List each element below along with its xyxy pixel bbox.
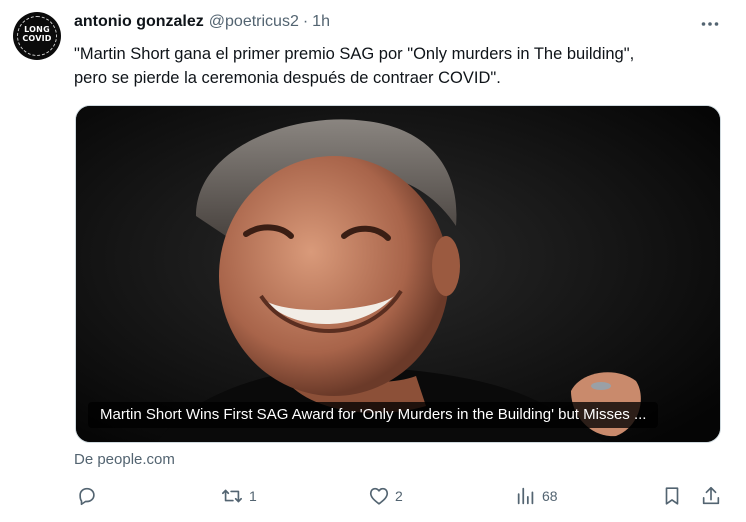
share-button[interactable] — [700, 484, 722, 508]
author-name[interactable]: antonio gonzalez — [74, 13, 204, 31]
views-icon — [517, 487, 534, 505]
link-card[interactable]: Martin Short Wins First SAG Award for 'O… — [75, 105, 721, 443]
card-source[interactable]: De people.com — [74, 451, 175, 468]
author-handle[interactable]: @poetricus2 — [209, 13, 299, 31]
retweet-button[interactable]: 1 — [220, 484, 257, 508]
bookmark-icon — [665, 487, 679, 505]
avatar-logo-line-2: COVID — [22, 34, 52, 43]
tweet-actions: 1 2 68 — [0, 484, 746, 510]
tweet-text-line-1: "Martin Short gana el primer premio SAG … — [74, 45, 635, 63]
card-title[interactable]: Martin Short Wins First SAG Award for 'O… — [88, 402, 659, 428]
card-image — [76, 106, 720, 442]
avatar-logo-text: LONG COVID — [13, 25, 61, 43]
avatar[interactable]: LONG COVID — [13, 12, 61, 60]
tweet-header: antonio gonzalez @poetricus2 · 1h — [74, 13, 330, 35]
more-icon[interactable] — [695, 12, 725, 36]
like-count: 2 — [395, 488, 403, 504]
bookmark-button[interactable] — [661, 484, 683, 508]
retweet-icon — [222, 489, 242, 503]
like-icon — [369, 487, 389, 505]
tweet-text: "Martin Short gana el primer premio SAG … — [74, 42, 734, 90]
retweet-count: 1 — [249, 488, 257, 504]
views-button[interactable]: 68 — [515, 484, 558, 508]
avatar-logo-line-1: LONG — [24, 25, 50, 34]
separator-dot: · — [302, 13, 309, 30]
tweet-text-line-2: pero se pierde la ceremonia después de c… — [74, 69, 501, 87]
share-icon — [702, 486, 720, 505]
like-button[interactable]: 2 — [368, 484, 403, 508]
reply-button[interactable] — [76, 484, 103, 508]
reply-icon — [79, 487, 95, 506]
tweet-time[interactable]: 1h — [312, 13, 330, 31]
views-count: 68 — [542, 488, 558, 504]
tweet[interactable]: LONG COVID antonio gonzalez @poetricus2 … — [0, 0, 746, 522]
